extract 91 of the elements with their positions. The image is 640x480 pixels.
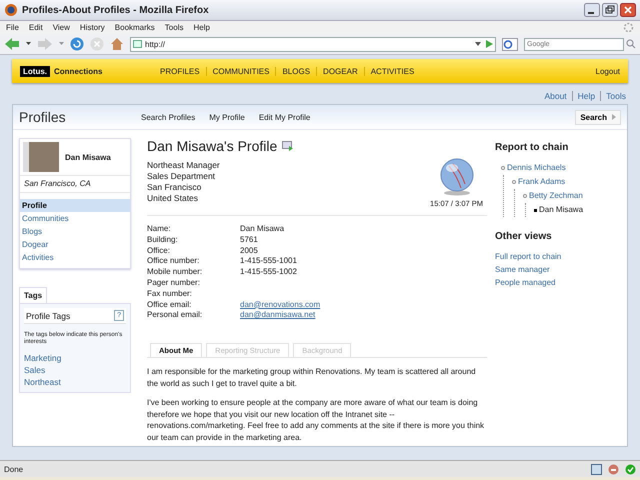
header-link[interactable]: Edit My Profile bbox=[258, 112, 310, 122]
field-label: Name: bbox=[147, 224, 172, 235]
menu-item[interactable]: Edit bbox=[28, 23, 43, 32]
search-icon[interactable] bbox=[626, 39, 636, 49]
back-button[interactable] bbox=[4, 37, 20, 51]
address-line: San Francisco bbox=[147, 182, 202, 193]
field-value: Dan Misawa bbox=[240, 224, 286, 235]
globe-icon bbox=[438, 158, 475, 196]
search-button[interactable]: Search bbox=[575, 110, 621, 124]
menu-item[interactable]: History bbox=[80, 23, 105, 32]
section-heading: Report to chain bbox=[495, 142, 570, 153]
nav-link[interactable]: BLOGS bbox=[275, 66, 316, 76]
caret-icon bbox=[612, 114, 616, 120]
page-title: Profiles bbox=[19, 109, 67, 125]
field-label: Pager number: bbox=[147, 278, 201, 289]
nav-link[interactable]: PROFILES bbox=[154, 66, 206, 76]
section-heading: Other views bbox=[495, 231, 553, 242]
field-label: Fax number: bbox=[147, 288, 193, 300]
logout-link[interactable]: Logout bbox=[596, 66, 620, 76]
person-location: San Francisco, CA bbox=[20, 176, 130, 193]
field-label: Office email: bbox=[147, 300, 192, 310]
tag-link[interactable]: Northeast bbox=[24, 376, 126, 388]
chain-person-link[interactable]: Betty Zechman bbox=[529, 189, 583, 203]
minimize-button[interactable] bbox=[584, 3, 600, 17]
nav-link[interactable]: ACTIVITIES bbox=[364, 66, 420, 76]
field-label: Building: bbox=[147, 234, 179, 246]
view-link[interactable]: Full report to chain bbox=[495, 250, 621, 263]
email-link[interactable]: dan@renovations.com bbox=[240, 300, 320, 309]
menu-item[interactable]: Bookmarks bbox=[114, 23, 155, 32]
home-button[interactable] bbox=[110, 37, 124, 51]
dropdown-arrow-icon[interactable] bbox=[474, 40, 482, 48]
page-icon bbox=[133, 40, 142, 48]
profile-heading: Dan Misawa's Profile bbox=[147, 138, 278, 154]
view-link[interactable]: Same manager bbox=[495, 263, 621, 276]
window-icon[interactable] bbox=[591, 464, 602, 474]
top-link[interactable]: About bbox=[544, 91, 567, 101]
go-icon[interactable] bbox=[485, 40, 493, 48]
field-value: 1-415-555-1002 bbox=[240, 267, 298, 278]
sidebar-item[interactable]: Dogear bbox=[20, 238, 130, 251]
logo-text: Lotus. bbox=[20, 66, 50, 76]
window-title: Profiles-About Profiles - Mozilla Firefox bbox=[22, 4, 210, 16]
field-value: 5761 bbox=[240, 234, 259, 246]
top-link[interactable]: Tools bbox=[600, 91, 626, 101]
tags-tab[interactable]: Tags bbox=[19, 287, 48, 303]
header-link[interactable]: Search Profiles bbox=[141, 112, 196, 122]
menu-item[interactable]: Help bbox=[193, 23, 210, 32]
view-link[interactable]: People managed bbox=[495, 276, 621, 289]
field-label: Personal email: bbox=[147, 310, 204, 322]
field-label: Office: bbox=[147, 246, 171, 256]
vcard-icon[interactable] bbox=[282, 141, 294, 151]
firefox-icon bbox=[4, 3, 18, 17]
address-line: Sales Department bbox=[147, 171, 216, 182]
throbber-icon bbox=[623, 22, 634, 33]
about-paragraph: I've been working to ensure people at the company are more aware of what our team is doing therefore we hope that you visit our new location off the Intranet site -- renovations.com/marketing. Feel free to add any comments at the site if there is more you think our team can provide in the marketing area. bbox=[147, 397, 486, 444]
nav-link[interactable]: DOGEAR bbox=[316, 66, 364, 76]
chain-person: Dan Misawa bbox=[539, 204, 584, 216]
sidebar-item[interactable]: Blogs bbox=[20, 225, 130, 238]
search-engine-icon[interactable] bbox=[502, 38, 518, 50]
nav-link[interactable]: COMMUNITIES bbox=[206, 66, 276, 76]
face-icon[interactable] bbox=[608, 464, 619, 474]
sidebar-item[interactable]: Activities bbox=[20, 251, 130, 264]
sidebar-item[interactable]: Profile bbox=[20, 199, 130, 212]
address-line: Northeast Manager bbox=[147, 160, 220, 171]
dropdown-arrow-icon[interactable] bbox=[26, 42, 31, 46]
address-field[interactable]: http:// bbox=[130, 36, 496, 52]
product-name: Connections bbox=[54, 66, 104, 76]
check-icon[interactable] bbox=[625, 464, 636, 474]
photo-placeholder bbox=[23, 142, 59, 172]
status-text: Done bbox=[4, 464, 24, 474]
tags-title: Profile Tags bbox=[26, 310, 70, 320]
email-link[interactable]: dan@danmisawa.net bbox=[240, 310, 316, 320]
person-name: Dan Misawa bbox=[65, 152, 111, 162]
field-value: 2005 bbox=[240, 246, 259, 256]
field-label: Mobile number: bbox=[147, 267, 204, 278]
chain-person-link[interactable]: Dennis Michaels bbox=[507, 161, 566, 175]
menu-item[interactable]: View bbox=[52, 23, 70, 32]
field-label: Office number: bbox=[147, 256, 200, 268]
tag-link[interactable]: Marketing bbox=[24, 352, 126, 364]
menu-item[interactable]: Tools bbox=[164, 23, 184, 32]
reload-button[interactable] bbox=[70, 37, 84, 51]
tag-link[interactable]: Sales bbox=[24, 364, 126, 376]
close-button[interactable] bbox=[620, 3, 636, 17]
sidebar-item[interactable]: Communities bbox=[20, 212, 130, 225]
chain-person-link[interactable]: Frank Adams bbox=[518, 175, 566, 189]
restore-button[interactable] bbox=[602, 3, 618, 17]
menu-item[interactable]: File bbox=[6, 23, 19, 32]
address-line: United States bbox=[147, 193, 200, 204]
top-link[interactable]: Help bbox=[572, 91, 596, 101]
field-value: 1-415-555-1001 bbox=[240, 256, 298, 268]
header-link[interactable]: My Profile bbox=[209, 112, 245, 122]
about-paragraph: I am responsible for the marketing group within Renovations. My team is scattered all around the world as such I get to travel quite a bit. bbox=[147, 366, 477, 390]
